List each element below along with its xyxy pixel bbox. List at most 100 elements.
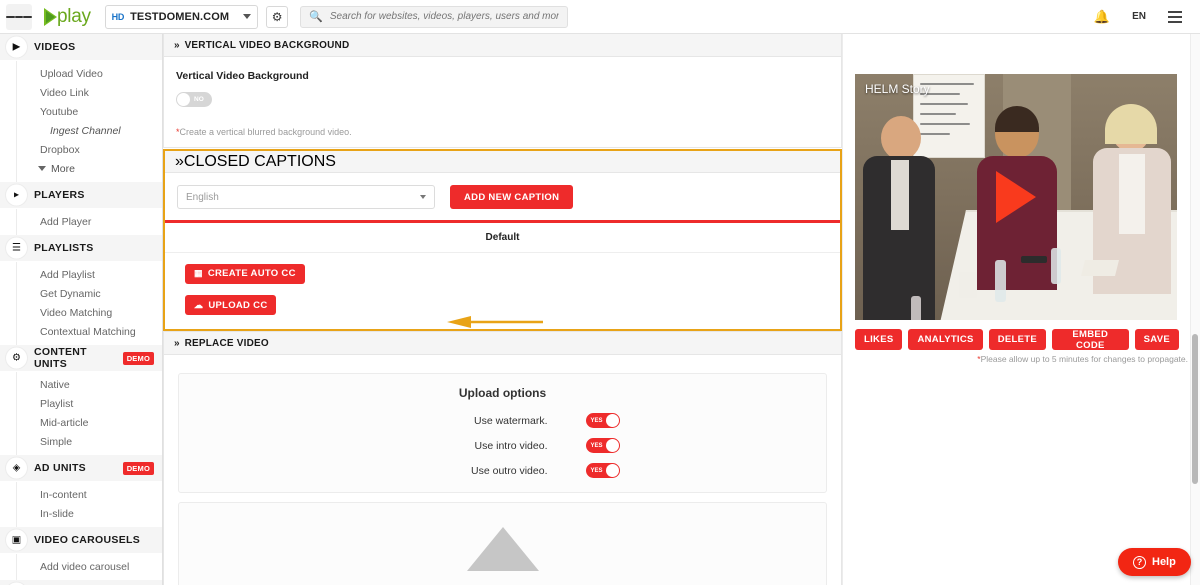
sidebar-item-simple[interactable]: Simple xyxy=(0,432,162,451)
propagate-note: *Please allow up to 5 minutes for change… xyxy=(977,354,1188,364)
sidebar-item-add-playlist[interactable]: Add Playlist xyxy=(0,265,162,284)
video-title: HELM Story xyxy=(865,82,930,96)
sidebar-item-dropbox[interactable]: Dropbox xyxy=(0,140,162,159)
toggle-state-label: YES xyxy=(590,467,603,474)
sidebar-item-video-carousels[interactable]: ▣ VIDEO CAROUSELS xyxy=(0,527,162,553)
logo-arrow-inner-icon xyxy=(46,10,55,23)
search-input[interactable] xyxy=(329,11,560,22)
question-circle-icon: ? xyxy=(1133,555,1146,569)
sidebar-item-videos[interactable]: ▶ VIDEOS xyxy=(0,34,162,60)
video-dropzone[interactable] xyxy=(178,502,827,585)
sidebar-item-in-content[interactable]: In-content xyxy=(0,485,162,504)
sidebar-item-youtube[interactable]: Youtube xyxy=(0,102,162,121)
sidebar-group-analytics: 📊 ANALYTICS xyxy=(0,580,162,585)
analytics-button[interactable]: ANALYTICS xyxy=(908,329,983,350)
upload-triangle-icon xyxy=(466,527,539,571)
sidebar-item-native[interactable]: Native xyxy=(0,375,162,394)
hamburger-icon[interactable] xyxy=(6,3,33,30)
add-new-caption-button[interactable]: ADD NEW CAPTION xyxy=(450,185,574,209)
vertical-video-background-note: *Create a vertical blurred background vi… xyxy=(176,127,829,137)
list-icon: ☰ xyxy=(6,237,27,259)
use-outro-video-toggle[interactable]: YES xyxy=(585,463,620,478)
caption-language-value: English xyxy=(186,191,219,203)
menu-icon[interactable] xyxy=(1168,9,1182,24)
upload-cc-button[interactable]: ☁ UPLOAD CC xyxy=(185,295,277,315)
sidebar-group-label: PLAYERS xyxy=(34,189,85,201)
create-auto-cc-label: CREATE AUTO CC xyxy=(207,268,296,279)
caption-language-select[interactable]: English xyxy=(177,185,435,209)
use-intro-video-label: Use intro video. xyxy=(474,439,548,452)
chevron-right-icon: » xyxy=(174,337,180,349)
sidebar-item-ad-units[interactable]: ◈ AD UNITS DEMO xyxy=(0,455,162,481)
sidebar-sublist-players: Add Player xyxy=(0,209,162,235)
sidebar-item-video-matching[interactable]: Video Matching xyxy=(0,303,162,322)
embed-code-button[interactable]: EMBED CODE xyxy=(1051,329,1129,351)
page-scrollbar-thumb[interactable] xyxy=(1192,334,1198,484)
sidebar-sublist-playlists: Add Playlist Get Dynamic Video Matching … xyxy=(0,262,162,345)
sidebar-item-add-player[interactable]: Add Player xyxy=(0,212,162,231)
page-scrollbar-track[interactable] xyxy=(1190,34,1200,585)
upload-cc-label: UPLOAD CC xyxy=(208,299,268,311)
play-triangle-icon[interactable] xyxy=(996,171,1036,223)
sidebar-item-analytics[interactable]: 📊 ANALYTICS xyxy=(0,580,162,585)
video-icon: ▶ xyxy=(6,36,27,58)
panel-closed-captions: » CLOSED CAPTIONS English ADD NEW CAPTIO… xyxy=(163,149,842,331)
use-watermark-toggle[interactable]: YES xyxy=(585,413,620,428)
gear-icon[interactable]: ⚙ xyxy=(266,5,289,28)
use-intro-video-toggle[interactable]: YES xyxy=(585,438,620,453)
language-selector[interactable]: EN xyxy=(1132,11,1146,22)
carousel-icon: ▣ xyxy=(6,529,27,551)
sidebar-sublist-ad-units: In-content In-slide xyxy=(0,482,162,527)
box-icon: ◈ xyxy=(6,457,27,479)
note-text: Please allow up to 5 minutes for changes… xyxy=(980,354,1188,364)
sidebar: ▶ VIDEOS Upload Video Video Link Youtube… xyxy=(0,34,163,585)
sidebar-item-players[interactable]: ▸ PLAYERS xyxy=(0,182,162,208)
sidebar-item-more[interactable]: More xyxy=(0,159,162,178)
panel-header-replace-video[interactable]: » REPLACE VIDEO xyxy=(164,332,841,355)
sidebar-group-players: ▸ PLAYERS Add Player xyxy=(0,182,162,235)
sidebar-group-video-carousels: ▣ VIDEO CAROUSELS Add video carousel xyxy=(0,527,162,580)
help-button[interactable]: ? Help xyxy=(1118,548,1191,576)
upload-options-title: Upload options xyxy=(458,386,547,400)
vertical-video-background-toggle[interactable]: NO xyxy=(176,92,212,107)
sidebar-item-content-units[interactable]: ⚙ CONTENT UNITS DEMO xyxy=(0,345,162,371)
play-circle-icon: ▸ xyxy=(6,184,27,206)
sidebar-item-video-link[interactable]: Video Link xyxy=(0,83,162,102)
demo-badge: DEMO xyxy=(122,351,154,365)
sidebar-item-upload-video[interactable]: Upload Video xyxy=(0,64,162,83)
sidebar-item-playlist[interactable]: Playlist xyxy=(0,394,162,413)
delete-button[interactable]: DELETE xyxy=(988,329,1046,350)
chevron-right-icon: » xyxy=(175,152,184,170)
toggle-knob xyxy=(177,93,190,106)
panel-vertical-video-background: » VERTICAL VIDEO BACKGROUND Vertical Vid… xyxy=(163,34,842,148)
sidebar-item-playlists[interactable]: ☰ PLAYLISTS xyxy=(0,235,162,261)
sidebar-item-in-slide[interactable]: In-slide xyxy=(0,504,162,523)
panel-title: REPLACE VIDEO xyxy=(184,337,269,349)
save-button[interactable]: SAVE xyxy=(1134,329,1179,350)
app-logo[interactable]: play xyxy=(44,6,91,28)
vertical-video-background-body: Vertical Video Background NO *Create a v… xyxy=(164,57,841,147)
panel-header-closed-captions[interactable]: » CLOSED CAPTIONS xyxy=(165,151,840,173)
sidebar-group-label: VIDEOS xyxy=(34,41,76,53)
sidebar-item-add-video-carousel[interactable]: Add video carousel xyxy=(0,557,162,576)
video-action-buttons: LIKES ANALYTICS DELETE EMBED CODE SAVE xyxy=(855,329,1179,351)
sidebar-item-mid-article[interactable]: Mid-article xyxy=(0,413,162,432)
sidebar-item-contextual-matching[interactable]: Contextual Matching xyxy=(0,322,162,341)
help-label: Help xyxy=(1152,556,1176,568)
domain-selector[interactable]: HD TESTDOMEN.COM xyxy=(104,4,259,29)
chevron-right-icon: » xyxy=(174,39,180,51)
panel-title: CLOSED CAPTIONS xyxy=(183,152,336,170)
search-input-wrapper[interactable]: 🔍 xyxy=(300,5,569,28)
video-preview[interactable]: HELM Story xyxy=(855,74,1177,320)
closed-captions-controls-row: English ADD NEW CAPTION xyxy=(165,173,840,223)
upload-option-row: Use outro video. YES xyxy=(179,463,826,478)
search-icon: 🔍 xyxy=(309,11,323,23)
create-auto-cc-button[interactable]: ▦ CREATE AUTO CC xyxy=(185,263,305,284)
sidebar-item-ingest-channel[interactable]: Ingest Channel xyxy=(0,121,162,140)
sidebar-item-get-dynamic[interactable]: Get Dynamic xyxy=(0,284,162,303)
panel-header-vertical-video-background[interactable]: » VERTICAL VIDEO BACKGROUND xyxy=(164,34,841,57)
panel-replace-video: » REPLACE VIDEO Upload options Use water… xyxy=(163,331,842,585)
sidebar-group-videos: ▶ VIDEOS Upload Video Video Link Youtube… xyxy=(0,34,162,182)
likes-button[interactable]: LIKES xyxy=(855,329,903,350)
bell-icon[interactable]: 🔔 xyxy=(1094,9,1110,25)
